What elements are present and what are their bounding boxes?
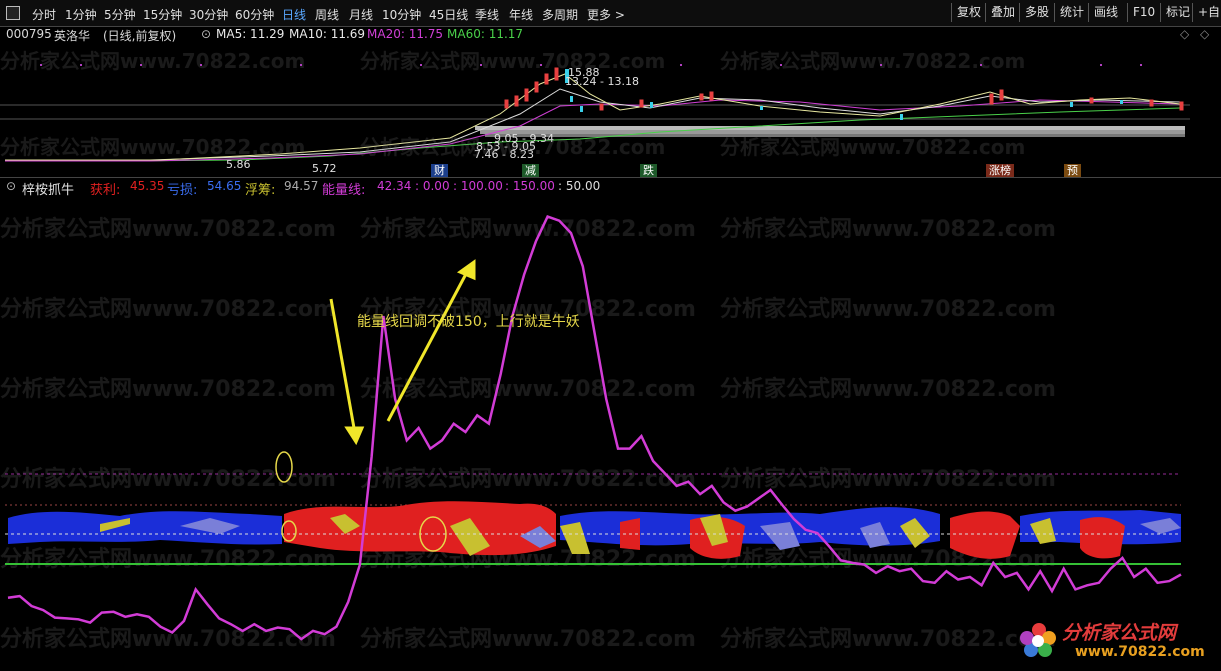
watermark-text: 分析家公式网www.70822.com bbox=[720, 376, 1056, 402]
profit-band bbox=[1080, 517, 1125, 559]
fuquan-button[interactable]: 复权 bbox=[951, 3, 986, 22]
level-100: : 100.00 bbox=[453, 179, 503, 193]
indicator-chart[interactable]: 分析家公式网www.70822.com 分析家公式网www.70822.com 分析… bbox=[0, 196, 1221, 671]
candlestick-chart[interactable]: 15.88 13.24 - 13.18 9.05 - 9.34 8.53 - 9… bbox=[0, 44, 1221, 176]
svg-text:分析家公式网www.70822.com: 分析家公式网www.70822.com bbox=[720, 49, 1025, 73]
watermark-text: 分析家公式网www.70822.com bbox=[720, 626, 1056, 652]
logo-title: 分析家公式网 bbox=[1062, 622, 1177, 644]
ma20-value: MA20: 11.75 bbox=[367, 27, 444, 41]
price-label: 13.24 - 13.18 bbox=[565, 75, 639, 88]
overlay-button[interactable]: 叠加 bbox=[985, 3, 1020, 22]
watermark-text: 分析家公式网www.70822.com bbox=[0, 376, 336, 402]
chevron-down-icon[interactable]: ⊙ bbox=[201, 27, 211, 41]
mark-button[interactable]: 标记 bbox=[1160, 3, 1195, 22]
watermark-text: 分析家公式网www.70822.com bbox=[0, 466, 336, 492]
tab-more[interactable]: 更多 > bbox=[587, 6, 625, 23]
indicator-header: ⊙ 梓桉抓牛 获利: 45.35 亏损: 54.65 浮筹: 94.57 能量线… bbox=[0, 179, 1221, 198]
annotation-arrows bbox=[329, 259, 476, 446]
float-value: 94.57 bbox=[284, 179, 319, 193]
stock-info-line: 000795 英洛华 (日线,前复权) ⊙ MA5: 11.29 MA10: 1… bbox=[0, 27, 1221, 43]
draw-line-button[interactable]: 画线 bbox=[1088, 3, 1123, 22]
svg-text:分析家公式网www.70822.com: 分析家公式网www.70822.com bbox=[360, 49, 665, 73]
ma5-value: MA5: 11.29 bbox=[216, 27, 285, 41]
stock-code: 000795 bbox=[6, 27, 52, 41]
energy-value: 42.34 bbox=[377, 179, 412, 193]
watermark-text: 分析家公式网www.70822.com bbox=[0, 296, 336, 322]
expand-icon[interactable]: ◇ bbox=[1200, 27, 1209, 41]
watermark-text: 分析家公式网www.70822.com bbox=[360, 216, 696, 242]
event-flag[interactable]: 减 bbox=[522, 164, 539, 177]
annotation-text: 能量线回调不破150，上行就是牛妖 bbox=[357, 314, 580, 330]
indicator-menu-icon[interactable]: ⊙ bbox=[6, 179, 16, 193]
svg-text:分析家公式网www.70822.com: 分析家公式网www.70822.com bbox=[0, 49, 305, 73]
tab-1min[interactable]: 1分钟 bbox=[65, 6, 97, 23]
price-gridlines bbox=[0, 104, 1190, 120]
f10-button[interactable]: F10 bbox=[1127, 3, 1160, 22]
level-50: : 50.00 bbox=[558, 179, 601, 193]
multi-stock-button[interactable]: 多股 bbox=[1019, 3, 1054, 22]
watermark-text: 分析家公式网www.70822.com bbox=[360, 466, 696, 492]
ma60-value: MA60: 11.17 bbox=[447, 27, 524, 41]
tab-fenshi[interactable]: 分时 bbox=[32, 6, 56, 23]
svg-text:分析家公式网www.70822.com: 分析家公式网www.70822.com bbox=[720, 135, 1025, 159]
tab-5min[interactable]: 5分钟 bbox=[104, 6, 136, 23]
svg-text:分析家公式网www.70822.com: 分析家公式网www.70822.com bbox=[360, 135, 665, 159]
flower-icon bbox=[1020, 623, 1056, 657]
menu-icon[interactable] bbox=[6, 6, 20, 20]
tab-30min[interactable]: 30分钟 bbox=[189, 6, 228, 23]
profit-band bbox=[950, 511, 1020, 559]
watermark-text: 分析家公式网www.70822.com bbox=[720, 296, 1056, 322]
watermark-text: 分析家公式网www.70822.com bbox=[360, 626, 696, 652]
watermark-text: 分析家公式网www.70822.com bbox=[0, 546, 336, 572]
panel-divider bbox=[0, 177, 1221, 178]
tab-15min[interactable]: 15分钟 bbox=[143, 6, 182, 23]
diamond-icon[interactable]: ◇ bbox=[1180, 27, 1189, 41]
period-toolbar: 分时 1分钟 5分钟 15分钟 30分钟 60分钟 日线 周线 月线 10分钟 … bbox=[0, 0, 1221, 27]
stock-mode: (日线,前复权) bbox=[103, 29, 177, 43]
energy-line bbox=[7, 215, 1182, 641]
event-flag[interactable]: 预 bbox=[1064, 164, 1081, 177]
tab-45day[interactable]: 45日线 bbox=[429, 6, 468, 23]
event-flag[interactable]: 涨榜 bbox=[986, 164, 1014, 177]
indicator-watermarks: 分析家公式网www.70822.com 分析家公式网www.70822.com 分析… bbox=[0, 216, 1056, 652]
tab-10min[interactable]: 10分钟 bbox=[382, 6, 421, 23]
stock-name: 英洛华 bbox=[54, 29, 91, 43]
loss-band bbox=[8, 511, 282, 545]
profit-value: 45.35 bbox=[130, 179, 165, 193]
level-150: : 150.00 bbox=[505, 179, 555, 193]
loss-value: 54.65 bbox=[207, 179, 242, 193]
tab-60min[interactable]: 60分钟 bbox=[235, 6, 274, 23]
watermark-text: 分析家公式网www.70822.com bbox=[720, 466, 1056, 492]
level-0: : 0.00 bbox=[415, 179, 450, 193]
event-flag[interactable]: 财 bbox=[431, 164, 448, 177]
logo-url: www.70822.com bbox=[1075, 644, 1205, 660]
tab-multi-period[interactable]: 多周期 bbox=[542, 6, 578, 23]
event-flag[interactable]: 跌 bbox=[640, 164, 657, 177]
watermark-text: 分析家公式网www.70822.com bbox=[0, 216, 336, 242]
watermark-text: 分析家公式网www.70822.com bbox=[720, 216, 1056, 242]
tab-yearly[interactable]: 年线 bbox=[509, 6, 533, 23]
ma10-value: MA10: 11.69 bbox=[289, 27, 366, 41]
tab-daily[interactable]: 日线 bbox=[282, 6, 306, 23]
event-flags-row: 财 减 跌 涨榜 预 bbox=[0, 164, 1221, 178]
tab-weekly[interactable]: 周线 bbox=[315, 6, 339, 23]
tab-quarterly[interactable]: 季线 bbox=[475, 6, 499, 23]
custom-button[interactable]: +自 bbox=[1192, 3, 1221, 22]
svg-text:分析家公式网www.70822.com: 分析家公式网www.70822.com bbox=[0, 135, 305, 159]
statistics-button[interactable]: 统计 bbox=[1054, 3, 1089, 22]
tab-monthly[interactable]: 月线 bbox=[349, 6, 373, 23]
